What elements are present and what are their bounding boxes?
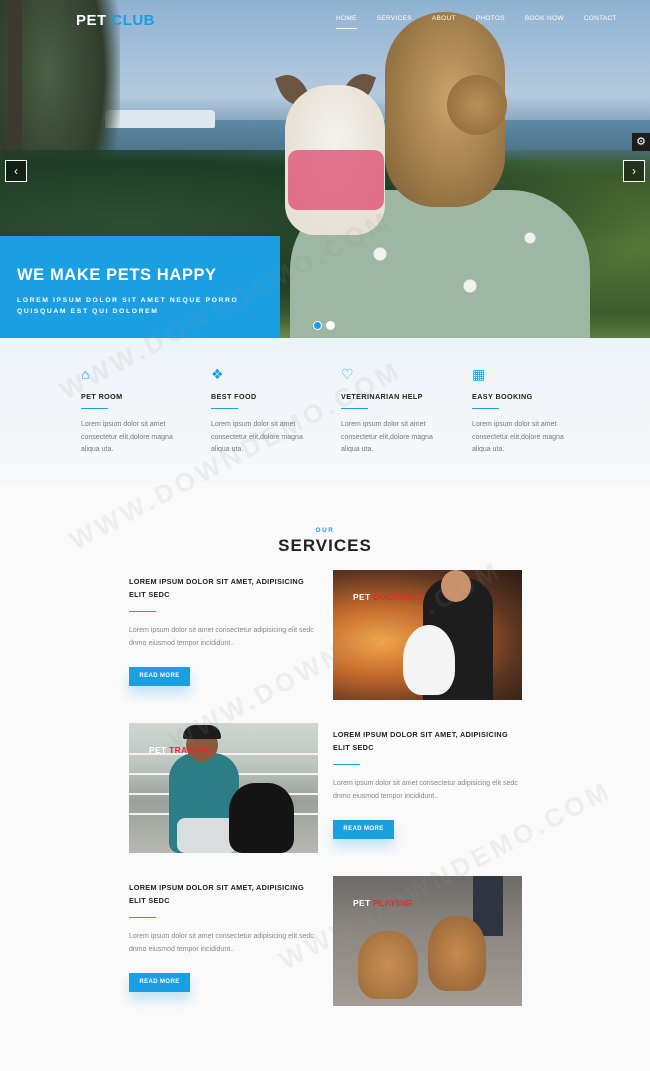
service-title: LOREM IPSUM DOLOR SIT AMET, ADIPISICING … (129, 883, 304, 905)
service-description: Lorem ipsum dolor sit amet consectetur a… (333, 780, 518, 800)
service-divider (333, 764, 360, 765)
site-logo[interactable]: PET CLUB (76, 12, 155, 29)
caption-word-pet: PET (149, 745, 167, 755)
feature-divider (472, 408, 499, 409)
nav-home[interactable]: HOME (336, 15, 357, 29)
caption-word-pet: PET (353, 592, 371, 602)
feature-veterinarian-help: ♡ VETERINARIAN HELP Lorem ipsum dolor si… (341, 366, 451, 457)
hero-title: WE MAKE PETS HAPPY (17, 266, 217, 284)
services-heading-small: OUR (315, 527, 335, 534)
hero-woman-bun (447, 75, 507, 135)
service-image-caption: PET GOORMING (353, 592, 424, 602)
feature-divider (211, 408, 238, 409)
white-dog-figure (403, 625, 455, 695)
brown-dog-2 (428, 916, 486, 991)
features-section: ⌂ PET ROOM Lorem ipsum dolor sit amet co… (0, 338, 650, 483)
caption-word-service: TRAINING (169, 745, 213, 755)
feature-title: VETERINARIAN HELP (341, 392, 423, 401)
service-2-text: LOREM IPSUM DOLOR SIT AMET, ADIPISICING … (333, 729, 523, 839)
cubes-icon: ❖ (211, 366, 224, 382)
caption-word-pet: PET (353, 898, 371, 908)
service-image-caption: PET TRAINING (149, 745, 213, 755)
feature-text: Lorem ipsum dolor sit amet consectetur e… (472, 421, 564, 453)
service-description: Lorem ipsum dolor sit amet consectetur a… (129, 933, 314, 953)
brown-dog-1 (358, 931, 418, 999)
nav-photos[interactable]: PHOTOS (476, 15, 505, 22)
hero-dog-harness (288, 150, 384, 210)
service-divider (129, 917, 156, 918)
hero-boat (105, 110, 215, 128)
feature-pet-room: ⌂ PET ROOM Lorem ipsum dolor sit amet co… (81, 366, 191, 457)
settings-gear-icon[interactable]: ⚙ (632, 133, 650, 151)
services-heading: OUR SERVICES (0, 527, 650, 556)
logo-text-pet: PET (76, 12, 107, 29)
feature-title: BEST FOOD (211, 392, 257, 401)
read-more-button[interactable]: READ MORE (129, 973, 190, 992)
service-3-text: LOREM IPSUM DOLOR SIT AMET, ADIPISICING … (129, 882, 319, 992)
service-description: Lorem ipsum dolor sit amet consectetur a… (129, 627, 314, 647)
feature-text: Lorem ipsum dolor sit amet consectetur e… (211, 421, 303, 453)
trainer-cap (183, 725, 221, 739)
services-heading-title: SERVICES (278, 536, 372, 555)
nav-services[interactable]: SERVICES (377, 15, 412, 22)
main-menu: HOME SERVICES ABOUT PHOTOS BOOK NOW CONT… (336, 15, 637, 29)
service-1-text: LOREM IPSUM DOLOR SIT AMET, ADIPISICING … (129, 576, 319, 686)
feature-title: PET ROOM (81, 392, 123, 401)
feature-best-food: ❖ BEST FOOD Lorem ipsum dolor sit amet c… (211, 366, 321, 457)
hero-slider: PET CLUB HOME SERVICES ABOUT PHOTOS BOOK… (0, 0, 650, 338)
caption-word-service: PLAYING (373, 898, 413, 908)
feature-text: Lorem ipsum dolor sit amet consectetur e… (81, 421, 173, 453)
service-image-caption: PET PLAYING (353, 898, 412, 908)
service-1-image: PET GOORMING (333, 570, 522, 700)
hero-caption-box: WE MAKE PETS HAPPY LOREM IPSUM DOLOR SIT… (0, 236, 280, 338)
slider-prev-arrow-icon[interactable]: ‹ (5, 160, 27, 182)
hero-subtitle: LOREM IPSUM DOLOR SIT AMET NEQUE PORRO Q… (17, 297, 239, 315)
nav-contact[interactable]: CONTACT (584, 15, 617, 22)
service-3-image: PET PLAYING (333, 876, 522, 1006)
slider-dot-2[interactable] (326, 321, 335, 330)
service-divider (129, 611, 156, 612)
logo-text-club: CLUB (111, 12, 156, 29)
nav-book-now[interactable]: BOOK NOW (525, 15, 564, 22)
calendar-icon: ▦ (472, 366, 486, 382)
nav-about[interactable]: ABOUT (432, 15, 456, 22)
trainer-jeans (177, 818, 237, 853)
service-title: LOREM IPSUM DOLOR SIT AMET, ADIPISICING … (129, 577, 304, 599)
home-icon: ⌂ (81, 366, 90, 382)
black-dog-figure (229, 783, 294, 853)
feature-text: Lorem ipsum dolor sit amet consectetur e… (341, 421, 433, 453)
top-navigation: PET CLUB HOME SERVICES ABOUT PHOTOS BOOK… (0, 0, 650, 40)
heart-icon: ♡ (341, 366, 354, 382)
slider-dot-1[interactable] (313, 321, 322, 330)
read-more-button[interactable]: READ MORE (129, 667, 190, 686)
read-more-button[interactable]: READ MORE (333, 820, 394, 839)
feature-divider (341, 408, 368, 409)
slider-next-arrow-icon[interactable]: › (623, 160, 645, 182)
caption-word-service: GOORMING (373, 592, 424, 602)
groomer-head (441, 570, 471, 602)
feature-easy-booking: ▦ EASY BOOKING Lorem ipsum dolor sit ame… (472, 366, 582, 457)
service-2-image: PET TRAINING (129, 723, 318, 853)
feature-title: EASY BOOKING (472, 392, 533, 401)
slider-dots (313, 321, 335, 330)
service-title: LOREM IPSUM DOLOR SIT AMET, ADIPISICING … (333, 730, 508, 752)
feature-divider (81, 408, 108, 409)
